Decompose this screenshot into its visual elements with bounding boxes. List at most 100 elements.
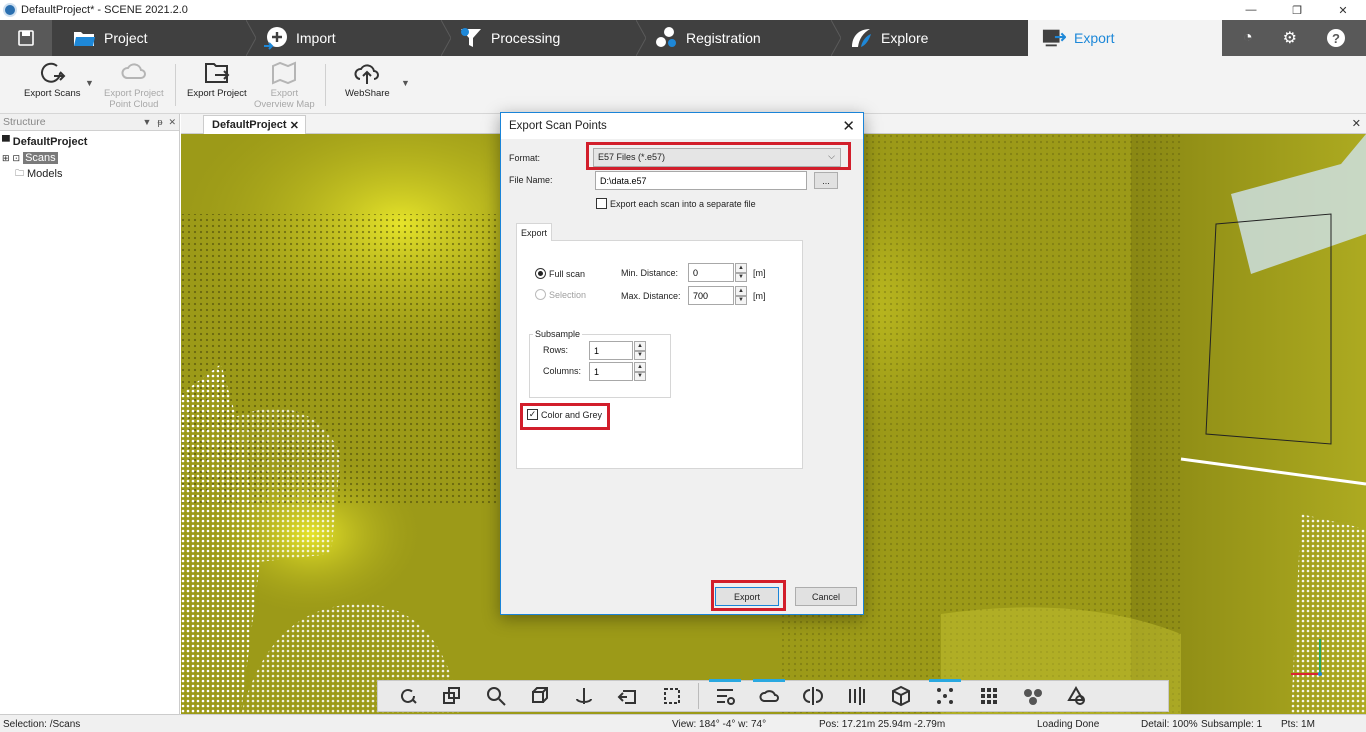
scene-app: DefaultProject* - SCENE 2021.2.0 — ❐ ✕ P…	[0, 0, 1366, 732]
points-button[interactable]	[923, 679, 967, 710]
folder-icon	[72, 26, 96, 50]
tab-registration[interactable]: Registration	[654, 20, 761, 56]
separate-file-checkbox[interactable]: Export each scan into a separate file	[596, 198, 756, 209]
point-cloud-button[interactable]	[747, 679, 791, 710]
close-window-button[interactable]: ✕	[1320, 0, 1366, 20]
color-button[interactable]	[1011, 682, 1055, 710]
min-distance-field[interactable]	[688, 263, 734, 282]
columns-stepper[interactable]: ▲ ▼	[634, 362, 646, 381]
dialog-close-button[interactable]: ✕	[842, 117, 855, 135]
split-view-button[interactable]	[791, 682, 835, 710]
maximize-button[interactable]: ❐	[1274, 0, 1320, 20]
orbit-icon	[401, 688, 417, 704]
map-icon	[272, 61, 297, 85]
zoom-button[interactable]	[474, 682, 518, 710]
separate-file-label: Export each scan into a separate file	[610, 198, 756, 209]
filename-field[interactable]	[595, 171, 807, 190]
tab-project[interactable]: Project	[72, 20, 148, 56]
columns-field[interactable]	[589, 362, 633, 381]
full-scan-radio[interactable]: Full scan	[535, 268, 585, 279]
scan-filter-button[interactable]	[703, 679, 747, 710]
structure-tree: ▀ DefaultProject ⊞ ⊡ Scans 🗀 Models	[0, 131, 179, 185]
color-grey-highlight	[520, 403, 610, 430]
spin-up-icon[interactable]: ▲	[735, 286, 747, 296]
spin-up-icon[interactable]: ▲	[634, 341, 646, 351]
max-distance-label: Max. Distance:	[621, 291, 681, 301]
webshare-dropdown-arrow[interactable]: ▼	[401, 78, 410, 88]
rotate-button[interactable]	[562, 682, 606, 710]
expand-icon[interactable]: ⊞	[2, 153, 10, 164]
export-om-label-2: Overview Map	[254, 99, 315, 110]
gear-icon[interactable]: ⚙	[1283, 28, 1297, 48]
cloud-upload-icon	[354, 64, 380, 84]
tree-item-root[interactable]: ▀ DefaultProject	[2, 134, 177, 150]
webshare-button[interactable]: WebShare	[345, 60, 390, 99]
box-icon	[892, 685, 910, 707]
spin-down-icon[interactable]: ▼	[634, 371, 646, 381]
minimize-button[interactable]: —	[1228, 0, 1274, 20]
tab-import[interactable]: Import	[264, 20, 336, 56]
tab-explore[interactable]: Explore	[849, 20, 928, 56]
tree-item-models[interactable]: 🗀 Models	[2, 166, 177, 182]
tab-processing[interactable]: Processing	[459, 20, 560, 56]
max-distance-field[interactable]	[688, 286, 734, 305]
export-overview-map-button: Export Overview Map	[254, 60, 315, 110]
full-scan-label: Full scan	[549, 268, 586, 279]
processing-icon	[459, 26, 483, 50]
close-tab-icon[interactable]: ✕	[290, 119, 299, 132]
help-icon[interactable]: ?	[1326, 29, 1345, 47]
max-distance-stepper[interactable]: ▲ ▼	[735, 286, 747, 305]
rows-field[interactable]	[589, 341, 633, 360]
grid-button[interactable]	[967, 682, 1011, 710]
export-options-pane: Full scan Selection Min. Distance: ▲▼ [m…	[516, 240, 803, 469]
layers-button[interactable]	[430, 682, 474, 710]
export-pc-label-1: Export Project	[104, 88, 164, 99]
split-icon	[803, 687, 823, 705]
export-scans-icon	[41, 62, 66, 83]
pie-chart-icon[interactable]: ◔	[1243, 29, 1253, 47]
export-scans-label: Export Scans	[24, 88, 81, 99]
format-label: Format:	[509, 153, 541, 163]
status-detail: Detail: 100%	[1141, 719, 1198, 730]
status-bar: Selection: /Scans View: 184° -4° w: 74° …	[0, 714, 1366, 732]
box-button[interactable]	[879, 682, 923, 710]
export-project-label: Export Project	[187, 88, 247, 99]
undo-view-button[interactable]	[606, 682, 650, 710]
close-view-icon[interactable]: ✕	[1352, 117, 1361, 130]
export-scans-button[interactable]: Export Scans	[24, 60, 81, 99]
zoom-icon	[487, 687, 506, 706]
export-highlight	[711, 580, 786, 611]
clipping-button[interactable]	[650, 682, 694, 710]
view-cube-button[interactable]	[518, 682, 562, 710]
browse-button[interactable]: ...	[814, 172, 838, 189]
export-scans-dropdown-arrow[interactable]: ▼	[85, 78, 94, 88]
spin-down-icon[interactable]: ▼	[735, 272, 747, 282]
spin-up-icon[interactable]: ▲	[735, 263, 747, 273]
slice-icon	[849, 687, 865, 705]
export-project-button[interactable]: Export Project	[187, 60, 247, 99]
radio-dot	[535, 268, 546, 279]
orbit-button[interactable]	[386, 682, 430, 710]
ribbon-separator	[175, 64, 176, 106]
spin-down-icon[interactable]: ▼	[735, 295, 747, 305]
panel-dropdown-icon[interactable]: ▼	[143, 117, 152, 128]
save-button[interactable]	[0, 20, 52, 56]
slice-button[interactable]	[835, 682, 879, 710]
spin-up-icon[interactable]: ▲	[634, 362, 646, 372]
view-tab-defaultproject[interactable]: DefaultProject ✕	[203, 115, 306, 134]
undo-view-icon	[617, 690, 636, 704]
status-subsample: Subsample: 1	[1201, 719, 1263, 730]
min-distance-stepper[interactable]: ▲ ▼	[735, 263, 747, 282]
export-icon	[1042, 26, 1066, 50]
tab-separator	[636, 20, 646, 56]
spin-down-icon[interactable]: ▼	[634, 350, 646, 360]
cancel-button[interactable]: Cancel	[795, 587, 857, 606]
tab-export[interactable]: Export	[1028, 20, 1222, 56]
explore-icon	[849, 26, 873, 50]
panel-close-icon[interactable]: ✕	[168, 117, 176, 128]
tree-item-scans[interactable]: ⊞ ⊡ Scans	[2, 150, 177, 166]
tab-export-options[interactable]: Export	[516, 223, 552, 241]
shapes-button[interactable]	[1055, 682, 1099, 710]
pin-icon[interactable]: ᵽ	[157, 117, 162, 128]
rows-stepper[interactable]: ▲ ▼	[634, 341, 646, 360]
